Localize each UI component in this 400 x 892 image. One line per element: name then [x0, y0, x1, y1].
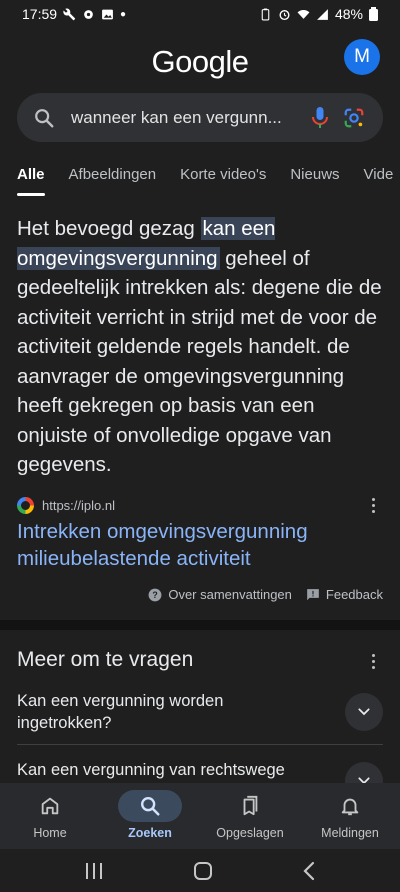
alarm-icon: [279, 9, 290, 20]
nav-home[interactable]: Home: [0, 783, 100, 840]
nav-saved[interactable]: Opgeslagen: [200, 783, 300, 840]
about-snippets-label: Over samenvattingen: [168, 587, 292, 602]
home-button-icon[interactable]: [193, 861, 213, 881]
paa-question[interactable]: Kan een vergunning van rechtswege: [17, 759, 383, 785]
snippet-before: Het bevoegd gezag: [17, 217, 201, 240]
paa-question-text: Kan een vergunning van rechtswege: [17, 761, 285, 779]
lens-icon: [344, 108, 364, 127]
chevron-down-icon: [358, 708, 370, 716]
battery-percent: 48%: [334, 6, 363, 22]
paa-question[interactable]: Kan een vergunning worden ingetrokken?: [17, 690, 383, 742]
expand-question-button[interactable]: [345, 762, 383, 785]
nav-notifications-label: Meldingen: [321, 826, 379, 840]
section-divider: [0, 620, 400, 630]
voice-search-button[interactable]: [303, 101, 337, 135]
bell-icon: [341, 798, 359, 816]
nav-home-label: Home: [33, 826, 67, 840]
nav-search-label: Zoeken: [128, 826, 172, 840]
result-source[interactable]: https://iplo.nl: [17, 494, 383, 516]
image-icon: [102, 9, 113, 19]
paa-more-button[interactable]: [363, 652, 383, 670]
source-url[interactable]: https://iplo.nl: [42, 498, 115, 513]
tab-images[interactable]: Afbeeldingen: [57, 160, 169, 196]
nav-saved-label: Opgeslagen: [216, 826, 284, 840]
system-navigation: [0, 849, 400, 892]
bottom-navigation: Home Zoeken Opgeslagen Meldingen: [0, 783, 400, 849]
wifi-icon: [297, 9, 310, 19]
battery-saver-icon: [261, 8, 270, 20]
search-tabs: Alle Afbeeldingen Korte video's Nieuws V…: [0, 160, 400, 196]
bookmarks-icon: [243, 795, 258, 816]
tab-short-videos[interactable]: Korte video's: [168, 160, 278, 196]
tab-videos[interactable]: Vide: [352, 160, 400, 196]
result-title-link[interactable]: Intrekken omgevingsvergunning milieubela…: [17, 518, 387, 572]
lens-search-button[interactable]: [337, 101, 371, 135]
microphone-icon: [312, 106, 328, 128]
top-bar: Google M: [0, 36, 400, 92]
signal-icon: [317, 8, 328, 20]
feedback-icon: [307, 588, 319, 600]
search-icon: [35, 108, 54, 127]
about-snippets-button[interactable]: ? Over samenvattingen: [148, 587, 292, 602]
dot-icon: ●: [120, 8, 127, 20]
featured-snippet-text: Het bevoegd gezag kan een omgevingsvergu…: [17, 214, 383, 480]
nav-search[interactable]: Zoeken: [100, 783, 200, 840]
battery-icon: [369, 7, 378, 21]
tab-all[interactable]: Alle: [0, 160, 57, 196]
snippet-after: geheel of gedeeltelijk intrekken als: de…: [17, 246, 382, 477]
paa-title: Meer om te vragen: [17, 648, 194, 671]
wrench-icon: [63, 7, 76, 20]
nav-notifications[interactable]: Meldingen: [300, 783, 400, 840]
search-input[interactable]: wanneer kan een vergunn...: [71, 108, 303, 128]
result-more-button[interactable]: [363, 494, 383, 516]
recent-apps-icon[interactable]: [84, 862, 104, 880]
site-favicon: [17, 496, 34, 514]
feedback-label: Feedback: [325, 587, 383, 602]
gear-icon: [84, 9, 93, 19]
google-logo[interactable]: Google: [0, 44, 400, 80]
svg-text:?: ?: [153, 589, 158, 599]
status-bar: 17:59 ● 48%: [0, 0, 400, 28]
account-avatar[interactable]: M: [344, 39, 380, 75]
help-icon: ?: [148, 588, 162, 601]
status-time: 17:59: [22, 6, 58, 22]
home-icon: [41, 797, 59, 815]
paa-question-text: Kan een vergunning worden ingetrokken?: [17, 692, 224, 732]
snippet-footer: ? Over samenvattingen Feedback: [148, 587, 383, 602]
question-divider: [17, 744, 383, 745]
feedback-button[interactable]: Feedback: [306, 587, 383, 602]
back-icon[interactable]: [302, 861, 316, 881]
tab-news[interactable]: Nieuws: [278, 160, 351, 196]
search-bar[interactable]: wanneer kan een vergunn...: [17, 93, 383, 142]
expand-question-button[interactable]: [345, 693, 383, 731]
search-icon: [141, 797, 160, 816]
